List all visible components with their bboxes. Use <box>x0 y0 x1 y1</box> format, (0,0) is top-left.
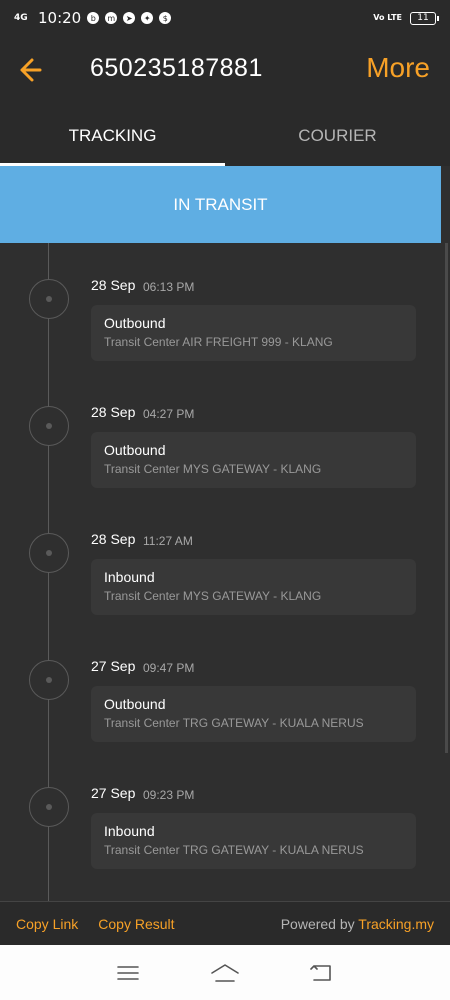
messenger-icon: m <box>105 12 118 24</box>
timeline-event: 27 Sep 09:23 PM Inbound Transit Center T… <box>0 751 441 878</box>
home-icon[interactable] <box>210 958 240 988</box>
event-time: 09:23 PM <box>143 788 195 802</box>
timeline-event: 28 Sep 06:13 PM Outbound Transit Center … <box>0 243 441 370</box>
tab-tracking[interactable]: TRACKING <box>0 106 225 166</box>
back-arrow-icon[interactable] <box>16 52 46 88</box>
event-location: Transit Center TRG GATEWAY - KUALA NERUS <box>104 843 364 857</box>
system-nav-bar <box>0 945 450 1000</box>
tracking-number: 650235187881 <box>90 54 263 82</box>
event-time: 06:13 PM <box>143 280 195 294</box>
timeline-event: 28 Sep 11:27 AM Inbound Transit Center M… <box>0 497 441 624</box>
timeline-event: 27 Sep 09:47 PM Outbound Transit Center … <box>0 624 441 751</box>
tab-courier[interactable]: COURIER <box>225 106 450 166</box>
footer-bar: Copy Link Copy Result Powered by Trackin… <box>0 901 450 945</box>
scrollbar[interactable] <box>445 243 448 753</box>
copy-link-button[interactable]: Copy Link <box>16 916 78 932</box>
event-card: Outbound Transit Center MYS GATEWAY - KL… <box>91 432 416 488</box>
event-date: 28 Sep <box>91 277 136 293</box>
event-status: Inbound <box>104 569 155 585</box>
event-time: 11:27 AM <box>143 534 193 548</box>
event-status: Outbound <box>104 442 166 458</box>
back-icon[interactable] <box>307 958 337 988</box>
timeline-dot-icon <box>29 533 69 573</box>
event-location: Transit Center AIR FREIGHT 999 - KLANG <box>104 335 333 349</box>
battery-icon: 11 <box>410 11 439 25</box>
event-location: Transit Center MYS GATEWAY - KLANG <box>104 589 322 603</box>
timeline-dot-icon <box>29 787 69 827</box>
brand-link[interactable]: Tracking.my <box>358 916 434 932</box>
event-location: Transit Center TRG GATEWAY - KUALA NERUS <box>104 716 364 730</box>
tab-bar: TRACKING COURIER <box>0 106 450 166</box>
event-card: Outbound Transit Center TRG GATEWAY - KU… <box>91 686 416 742</box>
timeline-dot-icon <box>29 660 69 700</box>
event-card: Inbound Transit Center TRG GATEWAY - KUA… <box>91 813 416 869</box>
menu-icon[interactable] <box>113 958 143 988</box>
volte-indicator: Vo LTE <box>373 13 402 22</box>
notification-icon: b <box>87 12 100 24</box>
clock: 10:20 <box>38 9 82 27</box>
app-bar: 650235187881 More <box>0 36 450 106</box>
compass-icon: ✦ <box>141 12 154 24</box>
network-indicator: 4G <box>14 12 28 23</box>
timeline-dot-icon <box>29 406 69 446</box>
event-card: Inbound Transit Center MYS GATEWAY - KLA… <box>91 559 416 615</box>
status-banner: IN TRANSIT <box>0 166 441 243</box>
event-date: 28 Sep <box>91 531 136 547</box>
timeline-event: 28 Sep 04:27 PM Outbound Transit Center … <box>0 370 441 497</box>
battery-level: 11 <box>417 13 429 23</box>
timeline-dot-icon <box>29 279 69 319</box>
event-date: 27 Sep <box>91 785 136 801</box>
event-status: Outbound <box>104 696 166 712</box>
event-status: Outbound <box>104 315 166 331</box>
event-time: 09:47 PM <box>143 661 195 675</box>
copy-result-button[interactable]: Copy Result <box>98 916 174 932</box>
tracking-timeline[interactable]: 28 Sep 06:13 PM Outbound Transit Center … <box>0 243 441 901</box>
event-location: Transit Center MYS GATEWAY - KLANG <box>104 462 322 476</box>
event-status: Inbound <box>104 823 155 839</box>
powered-by-label: Powered by <box>280 915 359 932</box>
telegram-icon: ➤ <box>123 12 136 24</box>
status-bar: 4G 10:20 b m ➤ ✦ $ Vo LTE 11 <box>0 0 450 36</box>
shopping-bag-icon: $ <box>159 12 172 24</box>
more-button[interactable]: More <box>366 52 430 84</box>
event-date: 27 Sep <box>91 658 136 674</box>
powered-by-text: Powered by Tracking.my <box>281 916 434 932</box>
event-time: 04:27 PM <box>143 407 195 421</box>
event-date: 28 Sep <box>91 404 136 420</box>
event-card: Outbound Transit Center AIR FREIGHT 999 … <box>91 305 416 361</box>
